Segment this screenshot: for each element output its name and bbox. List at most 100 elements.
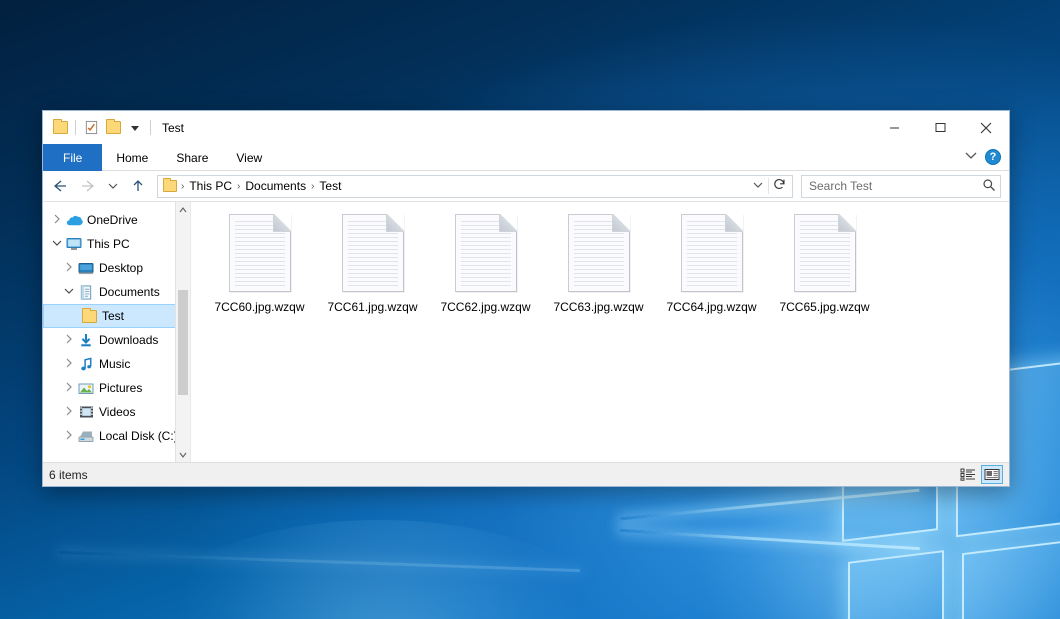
title-bar: Test	[43, 111, 1009, 144]
forward-button[interactable]	[75, 174, 101, 198]
file-grid: 7CC60.jpg.wzqw 7CC61.jpg.wzqw 7CC62.jpg.…	[203, 212, 1009, 334]
chevron-down-icon[interactable]	[49, 239, 65, 249]
sidebar-item-label: Test	[98, 309, 124, 323]
folder-icon[interactable]	[49, 117, 71, 139]
chevron-right-icon[interactable]	[61, 430, 77, 442]
close-button[interactable]	[963, 111, 1009, 144]
tab-home[interactable]: Home	[102, 144, 162, 171]
refresh-icon[interactable]	[768, 178, 790, 194]
sidebar-item-local-disk-c[interactable]: Local Disk (C:)	[43, 424, 190, 448]
breadcrumb: › This PC › Documents › Test	[180, 179, 748, 193]
chevron-right-icon[interactable]	[61, 382, 77, 394]
search-icon[interactable]	[982, 178, 996, 195]
folder-icon	[163, 180, 177, 192]
minimize-button[interactable]	[871, 111, 917, 144]
sidebar-item-music[interactable]: Music	[43, 352, 190, 376]
tab-file[interactable]: File	[43, 144, 102, 171]
chevron-down-icon[interactable]	[124, 117, 146, 139]
help-icon[interactable]: ?	[985, 149, 1001, 165]
address-bar-controls	[748, 178, 790, 194]
sidebar-item-downloads[interactable]: Downloads	[43, 328, 190, 352]
generic-document-icon	[681, 214, 743, 292]
chevron-right-icon[interactable]	[49, 214, 65, 226]
sidebar-item-label: Documents	[95, 285, 160, 299]
sidebar-scrollbar[interactable]	[175, 202, 190, 462]
divider	[150, 120, 151, 135]
desktop-icon	[77, 262, 95, 275]
chevron-down-icon[interactable]	[965, 151, 977, 163]
address-bar-row: › This PC › Documents › Test	[43, 171, 1009, 201]
cloud-icon	[65, 214, 83, 227]
chevron-right-icon[interactable]	[61, 358, 77, 370]
large-icons-view-button[interactable]	[981, 465, 1003, 484]
address-bar[interactable]: › This PC › Documents › Test	[157, 175, 793, 198]
sidebar-item-test[interactable]: Test	[43, 304, 190, 328]
sidebar-item-label: Pictures	[95, 381, 142, 395]
divider	[75, 120, 76, 135]
tab-share[interactable]: Share	[162, 144, 222, 171]
window-controls	[871, 111, 1009, 144]
folder-tree: OneDrive This PC	[43, 202, 190, 448]
chevron-right-icon[interactable]	[61, 334, 77, 346]
file-explorer-window: Test File Home Share View	[42, 110, 1010, 487]
chevron-down-icon[interactable]	[61, 287, 77, 297]
recent-locations-button[interactable]	[103, 174, 123, 198]
list-item[interactable]: 7CC64.jpg.wzqw	[655, 212, 768, 334]
sidebar-item-this-pc[interactable]: This PC	[43, 232, 190, 256]
sidebar-item-documents[interactable]: Documents	[43, 280, 190, 304]
sidebar-item-label: Videos	[95, 405, 135, 419]
sidebar-item-label: Local Disk (C:)	[95, 429, 178, 443]
list-item[interactable]: 7CC63.jpg.wzqw	[542, 212, 655, 334]
list-item[interactable]: 7CC65.jpg.wzqw	[768, 212, 881, 334]
details-view-button[interactable]	[957, 465, 979, 484]
list-item[interactable]: 7CC61.jpg.wzqw	[316, 212, 429, 334]
navigation-pane: OneDrive This PC	[43, 202, 191, 462]
sidebar-item-desktop[interactable]: Desktop	[43, 256, 190, 280]
generic-document-icon	[455, 214, 517, 292]
file-name-label: 7CC60.jpg.wzqw	[214, 300, 304, 314]
new-folder-icon[interactable]	[102, 117, 124, 139]
chevron-down-icon[interactable]	[748, 181, 768, 192]
scroll-up-icon[interactable]	[176, 202, 190, 217]
sidebar-item-pictures[interactable]: Pictures	[43, 376, 190, 400]
chevron-right-icon[interactable]	[61, 406, 77, 418]
up-button[interactable]	[125, 174, 151, 198]
chevron-right-icon[interactable]	[61, 262, 77, 274]
list-item[interactable]: 7CC60.jpg.wzqw	[203, 212, 316, 334]
breadcrumb-documents[interactable]: Documents	[241, 179, 310, 193]
quick-access-toolbar	[49, 111, 155, 144]
scroll-down-icon[interactable]	[176, 447, 190, 462]
disk-icon	[77, 430, 95, 443]
documents-icon	[77, 285, 95, 300]
pictures-icon	[77, 382, 95, 395]
sidebar-item-label: Downloads	[95, 333, 158, 347]
ribbon-right-controls: ?	[965, 144, 1009, 170]
generic-document-icon	[794, 214, 856, 292]
ribbon-spacer	[276, 144, 965, 170]
search-input[interactable]: Search Test	[801, 175, 1001, 198]
ribbon-tab-bar: File Home Share View ?	[43, 144, 1009, 171]
item-count-label: 6 items	[49, 468, 88, 482]
sidebar-item-label: Desktop	[95, 261, 143, 275]
file-name-label: 7CC64.jpg.wzqw	[666, 300, 756, 314]
properties-icon[interactable]	[80, 117, 102, 139]
window-body: OneDrive This PC	[43, 201, 1009, 462]
sidebar-item-onedrive[interactable]: OneDrive	[43, 208, 190, 232]
sidebar-item-videos[interactable]: Videos	[43, 400, 190, 424]
generic-document-icon	[229, 214, 291, 292]
videos-icon	[77, 405, 95, 419]
breadcrumb-test[interactable]: Test	[315, 179, 345, 193]
back-button[interactable]	[47, 174, 73, 198]
sidebar-item-label: OneDrive	[83, 213, 138, 227]
breadcrumb-this-pc[interactable]: This PC	[185, 179, 236, 193]
maximize-button[interactable]	[917, 111, 963, 144]
file-list-pane[interactable]: 7CC60.jpg.wzqw 7CC61.jpg.wzqw 7CC62.jpg.…	[191, 202, 1009, 462]
scrollbar-thumb[interactable]	[178, 290, 188, 395]
file-name-label: 7CC63.jpg.wzqw	[553, 300, 643, 314]
computer-icon	[65, 237, 83, 251]
tab-view[interactable]: View	[222, 144, 276, 171]
list-item[interactable]: 7CC62.jpg.wzqw	[429, 212, 542, 334]
status-bar: 6 items	[43, 462, 1009, 486]
title-bar-drag-area[interactable]	[184, 111, 871, 144]
desktop-background: Test File Home Share View	[0, 0, 1060, 619]
